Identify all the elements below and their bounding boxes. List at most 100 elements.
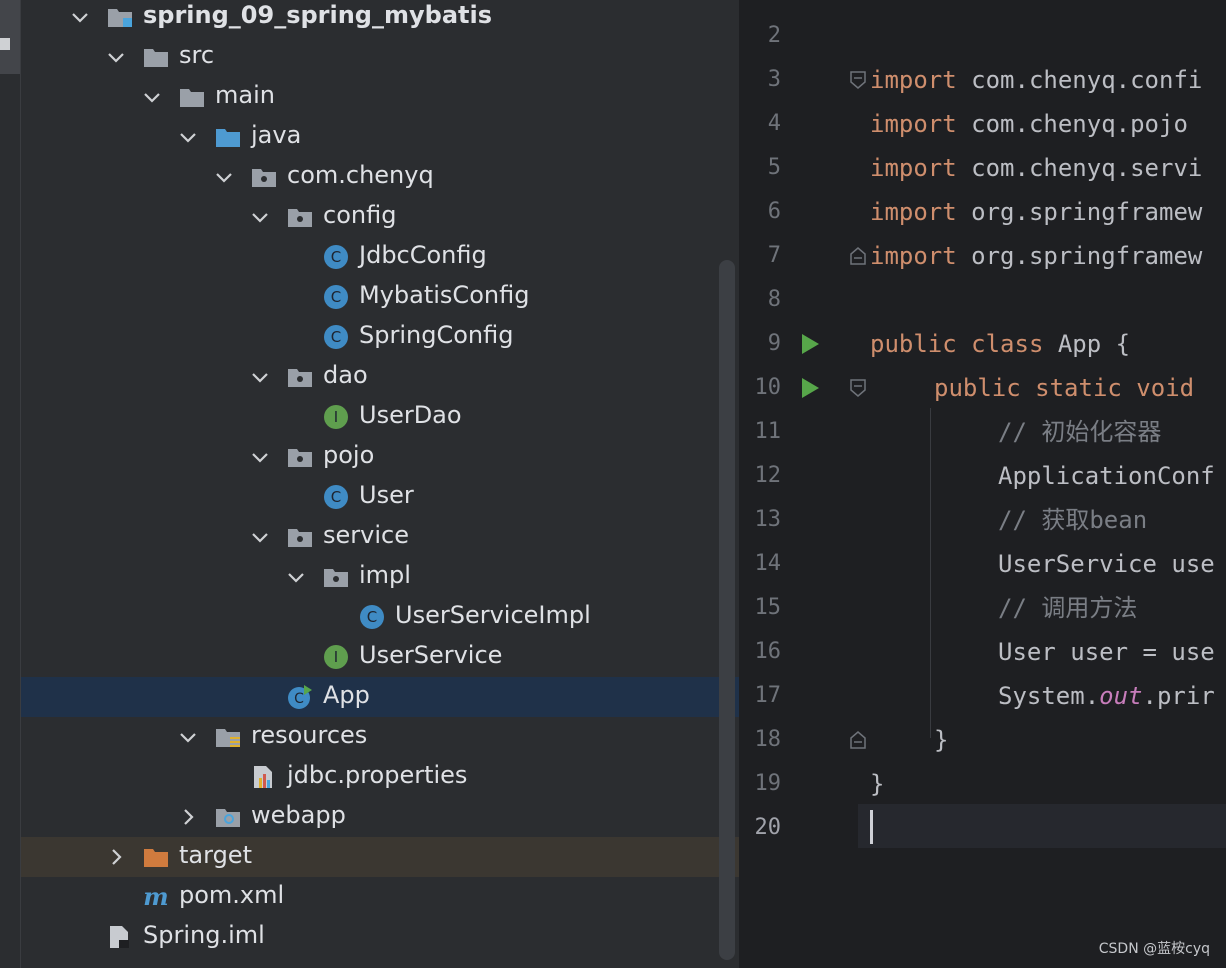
interface-icon: I bbox=[323, 644, 349, 670]
tree-item-label: webapp bbox=[251, 801, 346, 829]
tree-item-resources[interactable]: resources bbox=[21, 717, 739, 757]
web-folder-icon bbox=[215, 804, 241, 830]
chevron-right-icon[interactable] bbox=[107, 848, 125, 866]
svg-text:I: I bbox=[334, 408, 338, 426]
fold-marker-icon[interactable] bbox=[850, 247, 866, 265]
run-gutter-icon[interactable] bbox=[802, 378, 819, 398]
editor-gutter: 2 3 4 5 6 7 8 9 10 11 12 13 14 15 16 17 18 19 20 bbox=[741, 0, 866, 968]
fold-marker-icon[interactable] bbox=[850, 379, 866, 397]
tree-item-userservice[interactable]: I UserService bbox=[21, 637, 739, 677]
code-line: // 获取bean bbox=[998, 498, 1147, 542]
svg-text:C: C bbox=[294, 691, 304, 707]
tree-item-webapp[interactable]: webapp bbox=[21, 797, 739, 837]
chevron-down-icon[interactable] bbox=[251, 448, 269, 466]
code-line: // 初始化容器 bbox=[998, 410, 1161, 454]
tree-item-impl[interactable]: impl bbox=[21, 557, 739, 597]
code-editor[interactable]: 2 3 4 5 6 7 8 9 10 11 12 13 14 15 16 17 18 19 20 import co… bbox=[741, 0, 1226, 968]
tree-item-java[interactable]: java bbox=[21, 117, 739, 157]
chevron-right-icon[interactable] bbox=[179, 808, 197, 826]
tree-item-label: impl bbox=[359, 561, 411, 589]
class-icon: C bbox=[323, 244, 349, 270]
tree-item-user[interactable]: C User bbox=[21, 477, 739, 517]
chevron-down-icon[interactable] bbox=[251, 528, 269, 546]
tree-item-label: spring_09_spring_mybatis bbox=[143, 1, 492, 29]
chevron-down-icon[interactable] bbox=[251, 368, 269, 386]
tree-item-label: UserDao bbox=[359, 401, 462, 429]
code-text: UserService use bbox=[998, 550, 1215, 578]
keyword: public class bbox=[870, 330, 1044, 358]
chevron-down-icon[interactable] bbox=[179, 728, 197, 746]
tree-item-pojo[interactable]: pojo bbox=[21, 437, 739, 477]
comment: // 调用方法 bbox=[998, 594, 1138, 622]
code-text: ApplicationConf bbox=[998, 462, 1215, 490]
svg-text:I: I bbox=[334, 648, 338, 666]
chevron-down-icon[interactable] bbox=[215, 168, 233, 186]
tree-item-label: pojo bbox=[323, 441, 375, 469]
project-tool-window-button[interactable] bbox=[0, 0, 20, 74]
svg-text:m: m bbox=[143, 884, 168, 910]
static-field: out bbox=[1099, 682, 1143, 710]
tree-item-label: SpringConfig bbox=[359, 321, 514, 349]
tree-item-main[interactable]: main bbox=[21, 77, 739, 117]
tree-item-springconfig[interactable]: C SpringConfig bbox=[21, 317, 739, 357]
run-gutter-icon[interactable] bbox=[802, 334, 819, 354]
chevron-down-icon[interactable] bbox=[251, 208, 269, 226]
code-text: com.chenyq.pojo bbox=[956, 110, 1188, 138]
line-number: 2 bbox=[767, 23, 781, 48]
code-line: public class App { bbox=[870, 322, 1130, 366]
tree-item-spring-iml[interactable]: Spring.iml bbox=[21, 917, 739, 957]
properties-file-icon bbox=[251, 764, 277, 790]
tree-item-app[interactable]: C App bbox=[21, 677, 739, 717]
keyword: import bbox=[870, 242, 957, 270]
indent-guide bbox=[930, 408, 931, 738]
code-line: import com.chenyq.pojo bbox=[870, 102, 1188, 146]
comment: // 获取bean bbox=[998, 506, 1148, 534]
tree-item-dao[interactable]: dao bbox=[21, 357, 739, 397]
code-line: import org.springframew bbox=[870, 190, 1202, 234]
tree-item-label: UserService bbox=[359, 641, 503, 669]
tree-item-spring-09-spring-mybatis[interactable]: spring_09_spring_mybatis bbox=[21, 0, 739, 37]
class-icon: C bbox=[359, 604, 385, 630]
line-number: 19 bbox=[754, 771, 782, 796]
chevron-down-icon[interactable] bbox=[179, 128, 197, 146]
tree-scrollbar[interactable] bbox=[719, 260, 735, 960]
tree-item-config[interactable]: config bbox=[21, 197, 739, 237]
tree-item-target[interactable]: target bbox=[21, 837, 739, 877]
tree-item-pom-xml[interactable]: m pom.xml bbox=[21, 877, 739, 917]
code-line: System.out.prir bbox=[998, 674, 1215, 718]
tree-item-jdbcconfig[interactable]: C JdbcConfig bbox=[21, 237, 739, 277]
code-line: UserService use bbox=[998, 542, 1215, 586]
line-number: 16 bbox=[754, 639, 782, 664]
tree-item-label: resources bbox=[251, 721, 368, 749]
line-number: 9 bbox=[767, 331, 781, 356]
svg-text:C: C bbox=[331, 248, 341, 266]
line-number: 7 bbox=[767, 243, 781, 268]
fold-marker-icon[interactable] bbox=[850, 731, 866, 749]
chevron-down-icon[interactable] bbox=[287, 568, 305, 586]
line-number: 10 bbox=[754, 375, 782, 400]
package-icon bbox=[287, 204, 313, 230]
code-text: } bbox=[870, 770, 885, 798]
chevron-down-icon[interactable] bbox=[71, 8, 89, 26]
tree-item-userserviceimpl[interactable]: C UserServiceImpl bbox=[21, 597, 739, 637]
code-line: import com.chenyq.confi bbox=[870, 58, 1202, 102]
class-icon: C bbox=[323, 324, 349, 350]
folder-icon bbox=[143, 44, 169, 70]
code-text: com.chenyq.confi bbox=[956, 66, 1203, 94]
keyword: import bbox=[870, 66, 957, 94]
svg-text:C: C bbox=[331, 288, 341, 306]
tree-item-label: jdbc.properties bbox=[287, 761, 468, 789]
line-number: 13 bbox=[754, 507, 782, 532]
tree-item-service[interactable]: service bbox=[21, 517, 739, 557]
code-text: com.chenyq.servi bbox=[956, 154, 1203, 182]
fold-marker-icon[interactable] bbox=[850, 71, 866, 89]
chevron-down-icon[interactable] bbox=[143, 88, 161, 106]
tree-item-userdao[interactable]: I UserDao bbox=[21, 397, 739, 437]
excluded-folder-icon bbox=[143, 844, 169, 870]
tree-item-mybatisconfig[interactable]: C MybatisConfig bbox=[21, 277, 739, 317]
chevron-down-icon[interactable] bbox=[107, 48, 125, 66]
line-number: 6 bbox=[767, 199, 781, 224]
tree-item-jdbc-properties[interactable]: jdbc.properties bbox=[21, 757, 739, 797]
tree-item-com-chenyq[interactable]: com.chenyq bbox=[21, 157, 739, 197]
tree-item-src[interactable]: src bbox=[21, 37, 739, 77]
